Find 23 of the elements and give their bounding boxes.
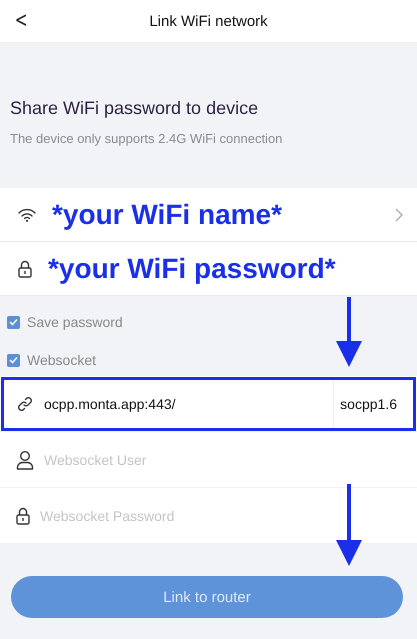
link-icon <box>16 394 34 412</box>
lock-icon <box>18 260 32 278</box>
input-field[interactable]: Websocket Password <box>0 488 417 544</box>
checkbox[interactable] <box>7 354 20 366</box>
wifi-icon <box>18 208 36 222</box>
url-input[interactable]: ocpp.monta.app:443/ <box>44 396 324 412</box>
input-field[interactable]: Websocket User <box>0 432 417 488</box>
user-input[interactable]: Websocket User <box>44 452 417 468</box>
back-button[interactable]: < <box>14 8 28 33</box>
checkbox-label: Websocket <box>27 352 96 368</box>
annotation-arrow <box>336 297 362 367</box>
wifi-name-field[interactable]: *your WiFi name* <box>52 198 379 230</box>
protocol-suffix: socpp1.6 <box>333 380 411 426</box>
page-title: Link WiFi network <box>149 12 268 30</box>
checkbox[interactable] <box>7 316 20 328</box>
user-icon <box>16 450 34 470</box>
password-input[interactable]: Websocket Password <box>40 508 417 524</box>
section-title: Share WiFi password to device <box>10 98 260 119</box>
hint-text: The device only supports 2.4G WiFi connection <box>10 131 284 146</box>
wifi-password-field[interactable]: *your WiFi password* <box>48 252 403 284</box>
lock-icon <box>16 506 30 524</box>
checkbox-label: Save password <box>27 314 123 330</box>
highlighted-input-field[interactable]: ocpp.monta.app:443/ socpp1.6 <box>0 376 417 432</box>
